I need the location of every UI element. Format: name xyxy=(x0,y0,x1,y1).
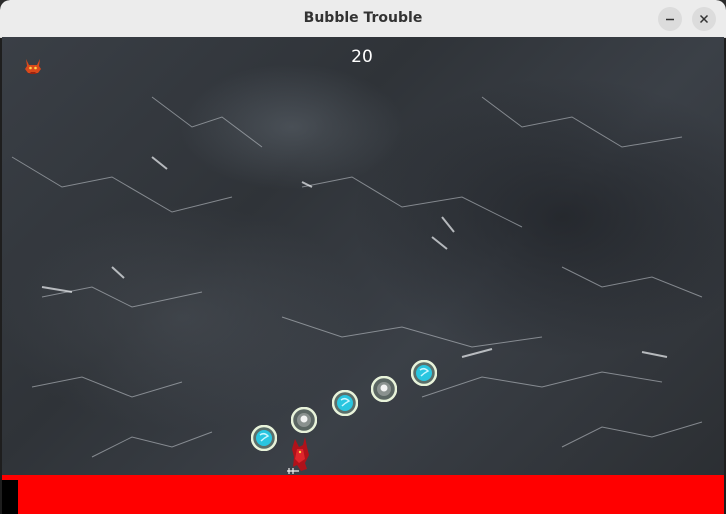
window-title: Bubble Trouble xyxy=(303,10,423,26)
bubble xyxy=(411,360,437,386)
minimize-icon xyxy=(666,18,674,21)
devil-player-icon xyxy=(287,437,309,474)
minimize-button[interactable] xyxy=(658,7,682,31)
bubble xyxy=(251,425,277,451)
score-display: 20 xyxy=(351,47,373,67)
close-button[interactable] xyxy=(692,7,716,31)
close-icon xyxy=(699,14,709,24)
floor xyxy=(2,475,724,514)
bubble xyxy=(371,376,397,402)
game-canvas[interactable]: 20 xyxy=(2,37,724,514)
marble-background xyxy=(11,96,703,458)
time-remaining-bar xyxy=(2,480,18,514)
title-bar: Bubble Trouble xyxy=(0,0,726,38)
bubble xyxy=(332,390,358,416)
lives-devil-icon xyxy=(25,59,41,74)
game-window: Bubble Trouble 20 xyxy=(0,0,726,514)
bubble xyxy=(291,407,317,433)
